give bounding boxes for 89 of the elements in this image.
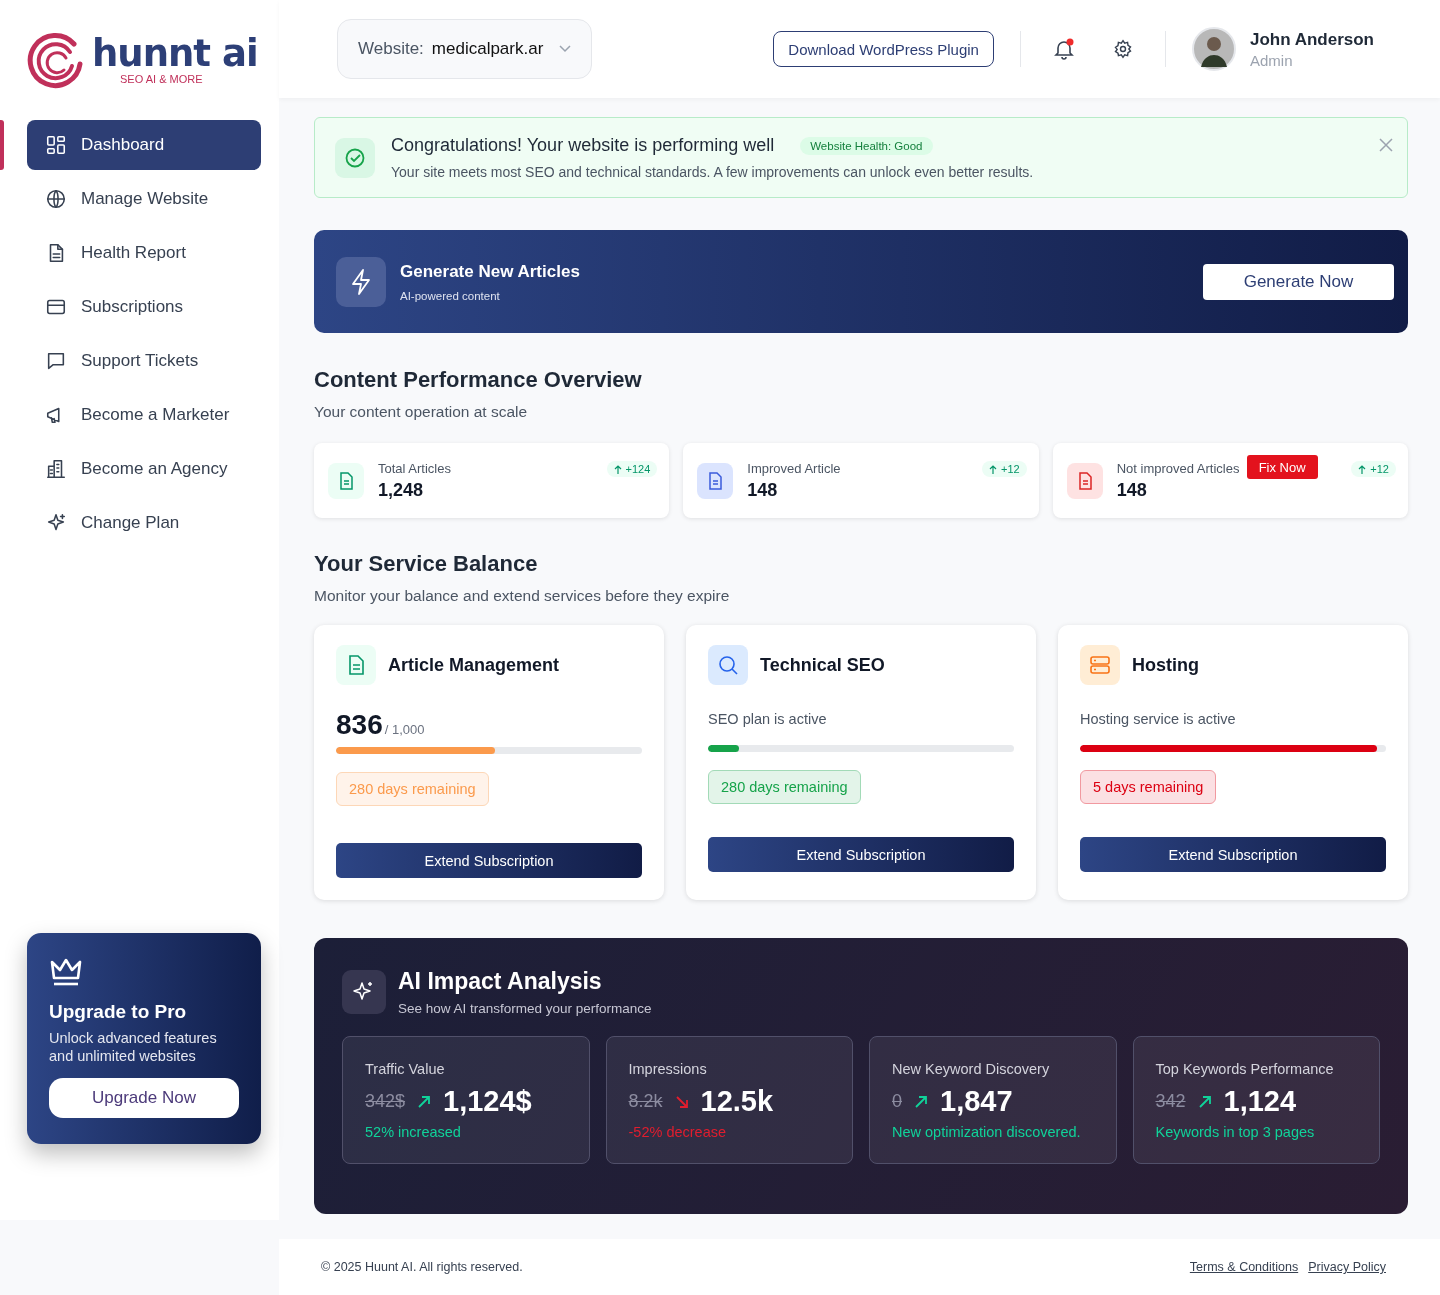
- document-icon: [1066, 462, 1103, 499]
- current-value: 1,847: [940, 1085, 1013, 1118]
- download-plugin-button[interactable]: Download WordPress Plugin: [773, 31, 994, 67]
- building-icon: [45, 458, 67, 480]
- current-value: 1,124$: [443, 1085, 532, 1118]
- usage-count: 836: [336, 709, 383, 741]
- current-value: 12.5k: [700, 1085, 774, 1118]
- banner-title: Generate New Articles: [400, 261, 580, 282]
- banner-subtitle: AI-powered content: [400, 289, 501, 302]
- generate-now-button[interactable]: Generate Now: [1203, 263, 1394, 300]
- nav-item[interactable]: Support Tickets: [27, 336, 261, 386]
- health-badge: Website Health: Good: [800, 136, 933, 155]
- metric-label: Impressions: [628, 1061, 708, 1077]
- document-icon: [328, 462, 364, 499]
- stat-label: Not improved Articles: [1116, 460, 1240, 476]
- change-badge: +124: [606, 461, 658, 477]
- sparkle-icon: [342, 970, 386, 1014]
- service-status: SEO plan is active: [708, 711, 828, 727]
- upgrade-text: Unlock advanced features and unlimited websites: [49, 1029, 218, 1065]
- nav-item[interactable]: Become an Agency: [27, 444, 261, 494]
- days-remaining-badge: 280 days remaining: [708, 770, 861, 804]
- metric-note: 52% increased: [365, 1124, 462, 1140]
- alert-text: Your site meets most SEO and technical standards. A few improvements can unlock even better results.: [391, 164, 1034, 180]
- user-name: John Anderson: [1249, 29, 1374, 50]
- crown-icon: [49, 957, 83, 987]
- user-role: Admin: [1249, 51, 1294, 69]
- nav-item[interactable]: Subscriptions: [27, 282, 261, 332]
- metric-note: Keywords in top 3 pages: [1155, 1124, 1316, 1140]
- metric-label: New Keyword Discovery: [892, 1061, 1051, 1077]
- notifications-icon[interactable]: [1052, 38, 1075, 60]
- stat-value: 1,248: [378, 479, 425, 501]
- current-value: 1,124: [1223, 1085, 1297, 1118]
- copyright-text: © 2025 Huunt AI. All rights reserved.: [321, 1260, 523, 1274]
- metric-note: New optimization discovered.: [892, 1124, 1082, 1140]
- change-badge: +12: [1351, 461, 1396, 477]
- nav-item[interactable]: Dashboard: [27, 120, 261, 170]
- panel-subtitle: See how AI transformed your performance: [398, 1001, 652, 1016]
- service-status: Hosting service is active: [1080, 711, 1237, 727]
- lightning-icon: [336, 256, 386, 307]
- upgrade-button[interactable]: Upgrade Now: [49, 1078, 239, 1118]
- chat-bubble-icon: [45, 350, 67, 372]
- section-title: Content Performance Overview: [314, 367, 643, 393]
- fix-now-button[interactable]: Fix Now: [1246, 455, 1318, 479]
- upgrade-title: Upgrade to Pro: [49, 1001, 188, 1023]
- user-avatar[interactable]: [1191, 27, 1236, 71]
- nav-item[interactable]: Manage Website: [27, 174, 261, 224]
- dashboard-grid-icon: [45, 134, 67, 156]
- service-title: Hosting: [1132, 654, 1199, 676]
- nav-item[interactable]: Become a Marketer: [27, 390, 261, 440]
- previous-value: 8.2k: [628, 1091, 663, 1112]
- active-indicator: [0, 120, 4, 170]
- document-icon: [697, 462, 734, 499]
- service-title: Technical SEO: [760, 654, 885, 676]
- panel-title: AI Impact Analysis: [398, 968, 603, 995]
- footer-link[interactable]: Terms & Conditions: [1189, 1260, 1299, 1274]
- section-subtitle: Monitor your balance and extend services before they expire: [314, 587, 731, 605]
- stat-value: 148: [747, 479, 779, 501]
- nav-item[interactable]: Health Report: [27, 228, 261, 278]
- metric-note: -52% decrease: [628, 1124, 728, 1140]
- globe-icon: [45, 188, 67, 210]
- previous-value: 342$: [365, 1091, 406, 1112]
- section-subtitle: Your content operation at scale: [314, 403, 529, 421]
- days-remaining-badge: 5 days remaining: [1080, 770, 1217, 804]
- metric-label: Top Keywords Performance: [1155, 1061, 1335, 1077]
- logo-name: hunnt ai: [92, 35, 258, 73]
- alert-title: Congratulations! Your website is performing well: [391, 135, 775, 156]
- section-title: Your Service Balance: [314, 551, 539, 577]
- server-icon: [1080, 645, 1120, 685]
- logo-tagline: SEO AI & MORE: [120, 73, 204, 85]
- change-badge: +12: [982, 461, 1027, 477]
- extend-subscription-button[interactable]: Extend Subscription: [1080, 837, 1386, 872]
- usage-total: / 1,000: [384, 722, 425, 737]
- metric-label: Traffic Value: [365, 1061, 446, 1077]
- stat-label: Improved Article: [747, 460, 841, 476]
- chevron-down-icon: [559, 45, 572, 53]
- website-dropdown[interactable]: Website: medicalpark.ar: [337, 19, 593, 79]
- stat-label: Total Articles: [378, 460, 451, 476]
- previous-value: 0: [892, 1091, 902, 1112]
- extend-subscription-button[interactable]: Extend Subscription: [708, 837, 1014, 872]
- search-icon: [708, 645, 748, 685]
- service-title: Article Management: [388, 654, 560, 676]
- days-remaining-badge: 280 days remaining: [336, 772, 489, 806]
- extend-subscription-button[interactable]: Extend Subscription: [336, 843, 642, 878]
- stat-value: 148: [1116, 479, 1148, 501]
- document-icon: [336, 645, 376, 685]
- previous-value: 342: [1155, 1091, 1186, 1112]
- settings-icon[interactable]: [1112, 39, 1133, 59]
- footer-link[interactable]: Privacy Policy: [1308, 1260, 1386, 1274]
- nav-item[interactable]: Change Plan: [27, 498, 261, 548]
